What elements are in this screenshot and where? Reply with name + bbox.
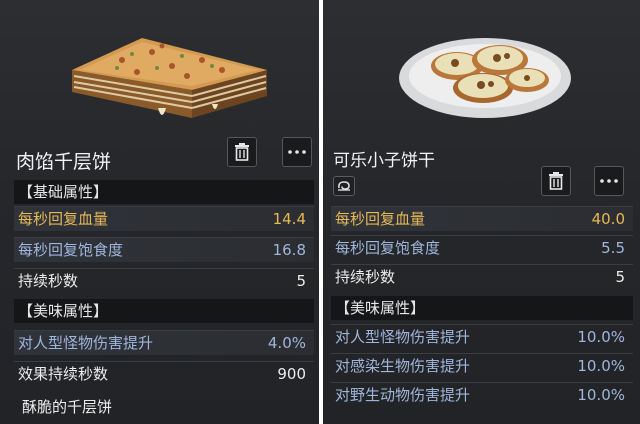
stat-row: 持续秒数 5 xyxy=(331,264,633,289)
stat-row: 每秒回复血量 14.4 xyxy=(14,206,314,231)
more-dots-icon xyxy=(600,179,618,183)
trash-icon xyxy=(549,172,563,190)
stat-row: 对人型怪物伤害提升 4.0% xyxy=(14,330,314,355)
item-name: 肉馅千层饼 xyxy=(16,151,112,173)
stat-row: 持续秒数 5 xyxy=(14,268,314,293)
stat-label: 对人型怪物伤害提升 xyxy=(18,334,154,352)
stat-value: 4.0% xyxy=(267,334,306,352)
stat-value: 10.0% xyxy=(577,386,625,404)
stat-value: 10.0% xyxy=(577,357,625,375)
flavor-attributes-header: 【美味属性】 xyxy=(331,296,633,320)
stat-label: 每秒回复血量 xyxy=(18,210,109,228)
stat-row: 每秒回复血量 40.0 xyxy=(331,206,633,231)
stat-label: 对感染生物伤害提升 xyxy=(335,357,471,375)
stat-label: 持续秒数 xyxy=(18,272,79,290)
stat-label: 持续秒数 xyxy=(335,268,396,286)
stat-value: 10.0% xyxy=(577,328,625,346)
stat-value: 14.4 xyxy=(272,210,306,228)
swirl-badge-icon xyxy=(338,181,350,191)
stat-label: 每秒回复饱食度 xyxy=(18,241,124,259)
trash-icon xyxy=(235,143,249,161)
stat-row: 效果持续秒数 900 xyxy=(14,361,314,386)
base-attributes-header: 【基础属性】 xyxy=(14,180,314,204)
stat-value: 5.5 xyxy=(601,239,625,257)
food-type-badge xyxy=(333,176,355,196)
stat-row: 每秒回复饱食度 16.8 xyxy=(14,237,314,262)
stat-value: 5 xyxy=(615,268,625,286)
flavor-attributes-header: 【美味属性】 xyxy=(14,299,314,323)
stat-value: 900 xyxy=(277,365,306,383)
stat-label: 效果持续秒数 xyxy=(18,365,109,383)
stat-row: 对野生动物伤害提升 10.0% xyxy=(331,382,633,407)
cookie-plate-image xyxy=(399,38,571,118)
stat-label: 对人型怪物伤害提升 xyxy=(335,328,471,346)
stat-label: 每秒回复血量 xyxy=(335,210,426,228)
stat-row: 对人型怪物伤害提升 10.0% xyxy=(331,324,633,349)
stat-label: 每秒回复饱食度 xyxy=(335,239,441,257)
layered-pie-image xyxy=(72,38,267,118)
more-dots-icon xyxy=(288,150,306,154)
item-card-right: 可乐小子饼干 每秒回复血量 40.0 每秒回复饱食度 5.5 持续秒数 5 【美… xyxy=(323,0,640,424)
item-card-left: 肉馅千层饼 【基础属性】 每秒回复血量 14.4 每秒回复饱食度 16.8 持续… xyxy=(0,0,319,424)
stat-value: 5 xyxy=(296,272,306,290)
more-options-button[interactable] xyxy=(594,166,624,196)
stat-value: 40.0 xyxy=(591,210,625,228)
delete-button[interactable] xyxy=(541,166,571,196)
stat-value: 16.8 xyxy=(272,241,306,259)
delete-button[interactable] xyxy=(227,137,257,167)
flavor-text: 酥脆的千层饼 xyxy=(22,398,113,416)
more-options-button[interactable] xyxy=(282,137,312,167)
stat-row: 对感染生物伤害提升 10.0% xyxy=(331,353,633,378)
item-name: 可乐小子饼干 xyxy=(333,151,435,171)
stat-label: 对野生动物伤害提升 xyxy=(335,386,471,404)
stat-row: 每秒回复饱食度 5.5 xyxy=(331,235,633,260)
